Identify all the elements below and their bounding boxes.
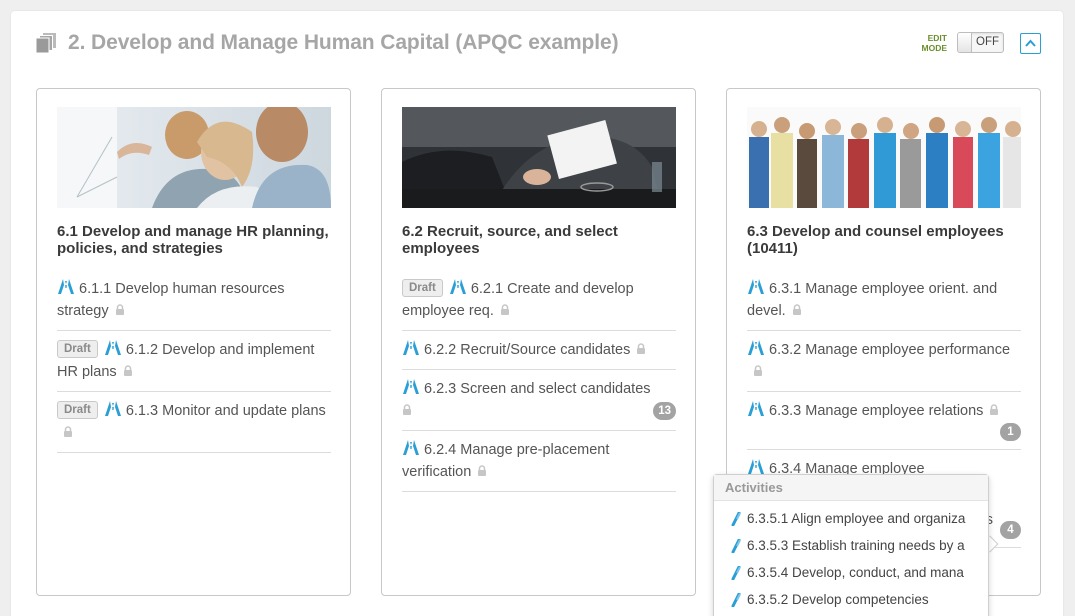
lock-icon (403, 404, 411, 415)
process-label: 6.2.4 Manage pre-placement verification (402, 442, 610, 480)
process-label: 6.3.1 Manage employee orient. and devel. (747, 281, 998, 319)
activity-icon (731, 512, 741, 526)
activity-icon (731, 593, 741, 607)
draft-badge: Draft (57, 401, 98, 419)
process-card-6-1: 6.1 Develop and manage HR planning, poli… (36, 88, 351, 596)
process-icon (403, 379, 419, 394)
lock-icon (64, 426, 72, 437)
process-item[interactable]: Draft 6.1.3 Monitor and update plans (57, 392, 331, 453)
process-icon (748, 401, 764, 416)
count-badge[interactable]: 4 (1000, 521, 1021, 539)
process-item[interactable]: 6.2.4 Manage pre-placement verification (402, 431, 676, 492)
process-item[interactable]: 6.3.2 Manage employee performance (747, 331, 1021, 392)
process-icon (58, 279, 74, 294)
count-badge[interactable]: 1 (1000, 423, 1021, 441)
process-icon (449, 279, 466, 294)
process-item[interactable]: Draft 6.2.1 Create and develop employee r… (402, 275, 676, 331)
activity-item[interactable]: 6.3.5.2 Develop competencies (714, 590, 988, 616)
chevron-up-icon (1025, 39, 1036, 47)
activity-label: 6.3.5.1 Align employee and organiza (747, 511, 966, 526)
process-icon (403, 440, 419, 455)
process-item[interactable]: 6.2.2 Recruit/Source candidates (402, 331, 676, 370)
activity-item[interactable]: 6.3.5.4 Develop, conduct, and mana (714, 563, 988, 590)
process-label: 6.1.3 Monitor and update plans (125, 403, 326, 419)
lock-icon (500, 304, 509, 315)
toggle-knob[interactable] (958, 33, 972, 52)
toggle-state: OFF (976, 36, 999, 48)
activity-label: 6.3.5.4 Develop, conduct, and mana (747, 565, 964, 580)
card-title: 6.3 Develop and counsel employees (10411… (747, 223, 1004, 257)
lock-icon (990, 404, 999, 415)
card-title: 6.1 Develop and manage HR planning, poli… (57, 223, 329, 257)
office-meeting-photo (57, 107, 331, 208)
draft-badge: Draft (57, 340, 98, 358)
process-label: 6.2.2 Recruit/Source candidates (424, 342, 631, 358)
process-icon (104, 340, 121, 355)
activity-list: 6.3.5.1 Align employee and organiza 6.3.… (714, 501, 988, 616)
activity-icon (731, 566, 741, 580)
lock-icon (637, 343, 646, 354)
card-title: 6.2 Recruit, source, and select employee… (402, 223, 618, 257)
activity-icon (731, 539, 741, 553)
activity-item[interactable]: 6.3.5.3 Establish training needs by a (714, 536, 988, 563)
process-card-6-2: 6.2 Recruit, source, and select employee… (381, 88, 696, 596)
process-label: 6.3.3 Manage employee relations (769, 403, 984, 419)
interview-photo (402, 107, 676, 208)
collapse-button[interactable] (1020, 33, 1041, 54)
process-label: 6.3.2 Manage employee performance (769, 342, 1011, 358)
process-icon (403, 340, 419, 355)
process-item[interactable]: 6.2.3 Screen and select candidates 13 (402, 370, 676, 431)
process-label: 6.2.3 Screen and select candidates (424, 381, 651, 397)
process-item[interactable]: 6.3.1 Manage employee orient. and devel. (747, 275, 1021, 331)
process-icon (748, 340, 764, 355)
process-item[interactable]: 6.3.3 Manage employee relations 1 (747, 392, 1021, 450)
activity-label: 6.3.5.3 Establish training needs by a (747, 538, 965, 553)
popup-title: Activities (714, 475, 988, 501)
lock-icon (115, 304, 124, 315)
count-badge[interactable]: 13 (653, 402, 676, 420)
draft-badge: Draft (402, 279, 443, 297)
activities-popup: Activities 6.3.5.1 Align employee and or… (713, 474, 989, 616)
edit-mode-label: EDIT MODE (921, 33, 948, 53)
edit-mode-toggle[interactable]: OFF (957, 32, 1004, 53)
page-title: 2. Develop and Manage Human Capital (APQ… (68, 31, 619, 54)
activity-label: 6.3.5.2 Develop competencies (747, 592, 929, 607)
process-list: 6.1.1 Develop human resources strategy D… (57, 275, 331, 453)
stack-icon (35, 33, 56, 54)
process-icon (104, 401, 121, 416)
activity-item[interactable]: 6.3.5.1 Align employee and organiza (714, 509, 988, 536)
process-label: 6.1.1 Develop human resources strategy (57, 281, 285, 319)
process-icon (748, 459, 764, 474)
lock-icon (123, 365, 132, 376)
lock-icon (754, 365, 762, 376)
lock-icon (478, 465, 487, 476)
process-item[interactable]: 6.1.1 Develop human resources strategy (57, 275, 331, 331)
process-icon (748, 279, 764, 294)
team-group-photo (747, 107, 1021, 208)
process-list: Draft 6.2.1 Create and develop employee r… (402, 275, 676, 492)
process-item[interactable]: Draft 6.1.2 Develop and implement HR plan… (57, 331, 331, 392)
lock-icon (792, 304, 801, 315)
